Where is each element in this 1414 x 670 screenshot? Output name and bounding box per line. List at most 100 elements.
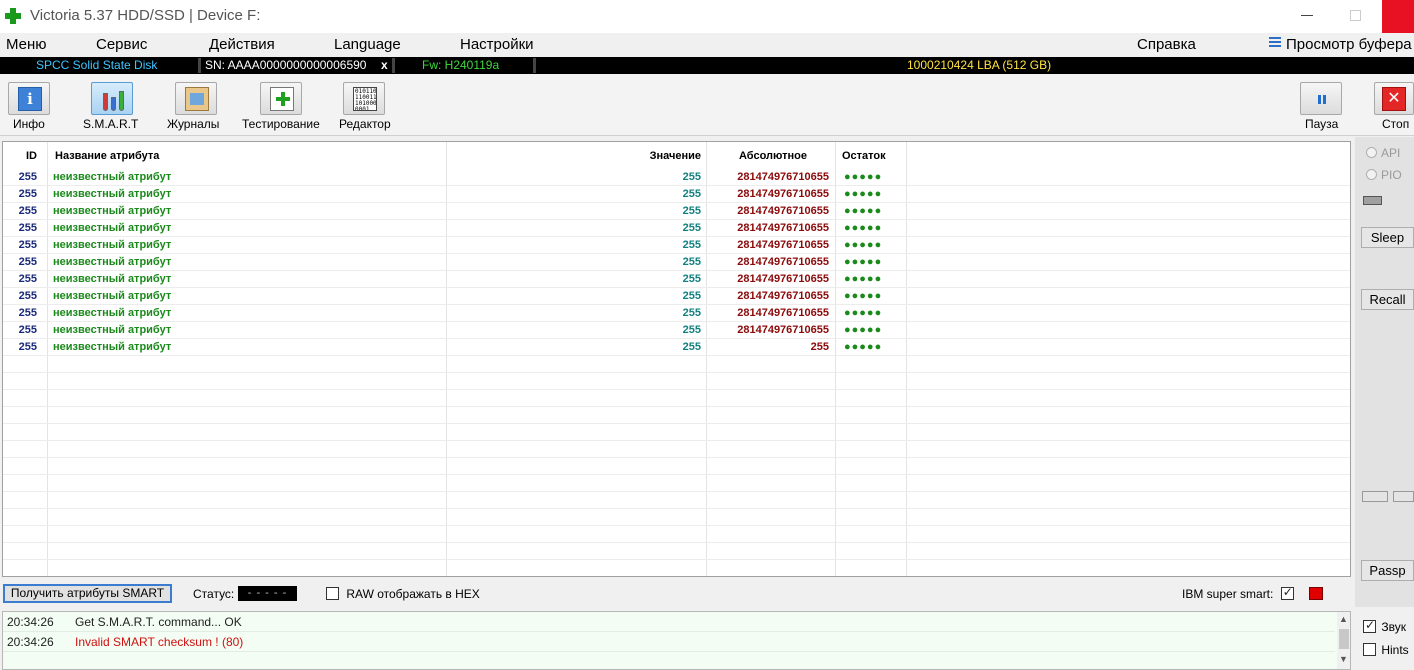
sleep-button[interactable]: Sleep: [1361, 227, 1414, 248]
scroll-down-icon[interactable]: ▼: [1339, 654, 1348, 664]
table-row[interactable]: [3, 560, 1350, 576]
menu-settings[interactable]: Настройки: [460, 36, 534, 53]
device-separator: [533, 58, 536, 73]
device-capacity: 1000210424 LBA (512 GB): [907, 58, 1052, 72]
table-row[interactable]: 255 неизвестный атрибут 255 281474976710655…: [3, 220, 1350, 237]
smart-label: S.M.A.R.T: [83, 117, 139, 131]
menu-main[interactable]: Меню: [6, 36, 47, 53]
cell-value: 255: [682, 307, 701, 319]
smart-attribute-table[interactable]: ID Название атрибута Значение Абсолютное…: [2, 141, 1351, 577]
table-row[interactable]: [3, 373, 1350, 390]
cell-value: 255: [682, 290, 701, 302]
table-row[interactable]: 255 неизвестный атрибут 255 281474976710655…: [3, 322, 1350, 339]
cell-absolute: 255: [810, 341, 829, 353]
menu-buffer-view[interactable]: Просмотр буфера: [1286, 36, 1412, 53]
header-name[interactable]: Название атрибута: [55, 150, 159, 162]
cell-remainder: ●●●●●: [844, 307, 883, 319]
ibm-super-smart-label: IBM super smart:: [1182, 587, 1274, 601]
testing-button[interactable]: [260, 82, 302, 115]
device-close-button[interactable]: x: [381, 57, 388, 74]
editor-label: Редактор: [339, 117, 391, 131]
menu-language[interactable]: Language: [334, 36, 401, 53]
journals-label: Журналы: [167, 117, 220, 131]
pio-label: PIO: [1381, 168, 1402, 182]
smart-button[interactable]: [91, 82, 133, 115]
journals-button[interactable]: [175, 82, 217, 115]
journal-icon: [185, 87, 209, 111]
table-row[interactable]: [3, 424, 1350, 441]
hints-option[interactable]: Hints: [1363, 643, 1409, 657]
table-row[interactable]: [3, 509, 1350, 526]
passp-button[interactable]: Passp: [1361, 560, 1414, 581]
menu-bar: Меню Сервис Действия Language Настройки …: [0, 33, 1414, 57]
cell-name: неизвестный атрибут: [53, 273, 172, 285]
table-row[interactable]: 255 неизвестный атрибут 255 281474976710655…: [3, 305, 1350, 322]
table-row[interactable]: 255 неизвестный атрибут 255 281474976710655…: [3, 203, 1350, 220]
raw-hex-checkbox[interactable]: [326, 587, 339, 600]
close-icon[interactable]: [1382, 0, 1414, 33]
table-row[interactable]: [3, 356, 1350, 373]
header-absolute[interactable]: Абсолютное: [708, 150, 838, 162]
stop-label: Стоп: [1382, 117, 1410, 131]
table-row[interactable]: [3, 407, 1350, 424]
table-row[interactable]: 255 неизвестный атрибут 255 281474976710655…: [3, 254, 1350, 271]
cell-absolute: 281474976710655: [737, 273, 829, 285]
menu-actions[interactable]: Действия: [209, 36, 275, 53]
cell-value: 255: [682, 256, 701, 268]
cell-absolute: 281474976710655: [737, 256, 829, 268]
pause-button[interactable]: [1300, 82, 1342, 115]
cell-id: 255: [18, 222, 37, 234]
error-indicator: [1309, 587, 1323, 600]
device-separator: [198, 58, 201, 73]
cell-name: неизвестный атрибут: [53, 171, 172, 183]
table-row[interactable]: 255 неизвестный атрибут 255 281474976710655…: [3, 288, 1350, 305]
pio-radio[interactable]: PIO: [1366, 168, 1402, 182]
ibm-super-smart-checkbox[interactable]: [1280, 585, 1294, 600]
cell-name: неизвестный атрибут: [53, 188, 172, 200]
table-row[interactable]: [3, 475, 1350, 492]
api-radio[interactable]: API: [1366, 146, 1400, 160]
log-scrollbar[interactable]: ▲ ▼: [1337, 612, 1350, 669]
info-button[interactable]: i: [8, 82, 50, 115]
control-bar: Получить атрибуты SMART Статус: - - - - …: [0, 579, 1353, 607]
table-row[interactable]: 255 неизвестный атрибут 255 281474976710655…: [3, 237, 1350, 254]
stop-button[interactable]: ✕: [1374, 82, 1414, 115]
cell-value: 255: [682, 188, 701, 200]
table-row[interactable]: [3, 492, 1350, 509]
cell-id: 255: [18, 307, 37, 319]
table-row[interactable]: [3, 441, 1350, 458]
table-row[interactable]: 255 неизвестный атрибут 255 281474976710655…: [3, 271, 1350, 288]
recall-button[interactable]: Recall: [1361, 289, 1414, 310]
cell-absolute: 281474976710655: [737, 239, 829, 251]
table-row[interactable]: [3, 526, 1350, 543]
cell-id: 255: [18, 290, 37, 302]
editor-button[interactable]: 010110 110011 101000 0001: [343, 82, 385, 115]
header-remainder[interactable]: Остаток: [842, 150, 886, 162]
scroll-up-icon[interactable]: ▲: [1339, 614, 1348, 624]
testing-label: Тестирование: [242, 117, 320, 131]
menu-help[interactable]: Справка: [1137, 36, 1196, 53]
raw-hex-option[interactable]: RAW отображать в HEX: [326, 587, 480, 601]
table-row[interactable]: 255 неизвестный атрибут 255 281474976710655…: [3, 169, 1350, 186]
hints-checkbox[interactable]: [1363, 643, 1376, 656]
table-row[interactable]: 255 неизвестный атрибут 255 281474976710655…: [3, 186, 1350, 203]
sound-checkbox[interactable]: [1363, 618, 1376, 633]
header-value[interactable]: Значение: [449, 150, 701, 162]
get-smart-button[interactable]: Получить атрибуты SMART: [3, 584, 172, 603]
scroll-thumb[interactable]: [1339, 629, 1349, 649]
log-panel[interactable]: 20:34:26 Get S.M.A.R.T. command... OK 20:3…: [2, 611, 1351, 670]
table-row[interactable]: [3, 543, 1350, 560]
menu-service[interactable]: Сервис: [96, 36, 147, 53]
cell-absolute: 281474976710655: [737, 290, 829, 302]
minimize-icon[interactable]: [1301, 15, 1313, 16]
table-row[interactable]: 255 неизвестный атрибут 255 255 ●●●●●: [3, 339, 1350, 356]
table-row[interactable]: [3, 390, 1350, 407]
log-time: 20:34:26: [7, 615, 54, 629]
table-row[interactable]: [3, 458, 1350, 475]
ibm-super-smart-option[interactable]: IBM super smart:: [1182, 585, 1294, 601]
cell-remainder: ●●●●●: [844, 256, 883, 268]
cell-value: 255: [682, 324, 701, 336]
header-id[interactable]: ID: [3, 150, 37, 162]
maximize-icon[interactable]: [1350, 10, 1361, 21]
sound-option[interactable]: Звук: [1363, 618, 1406, 634]
